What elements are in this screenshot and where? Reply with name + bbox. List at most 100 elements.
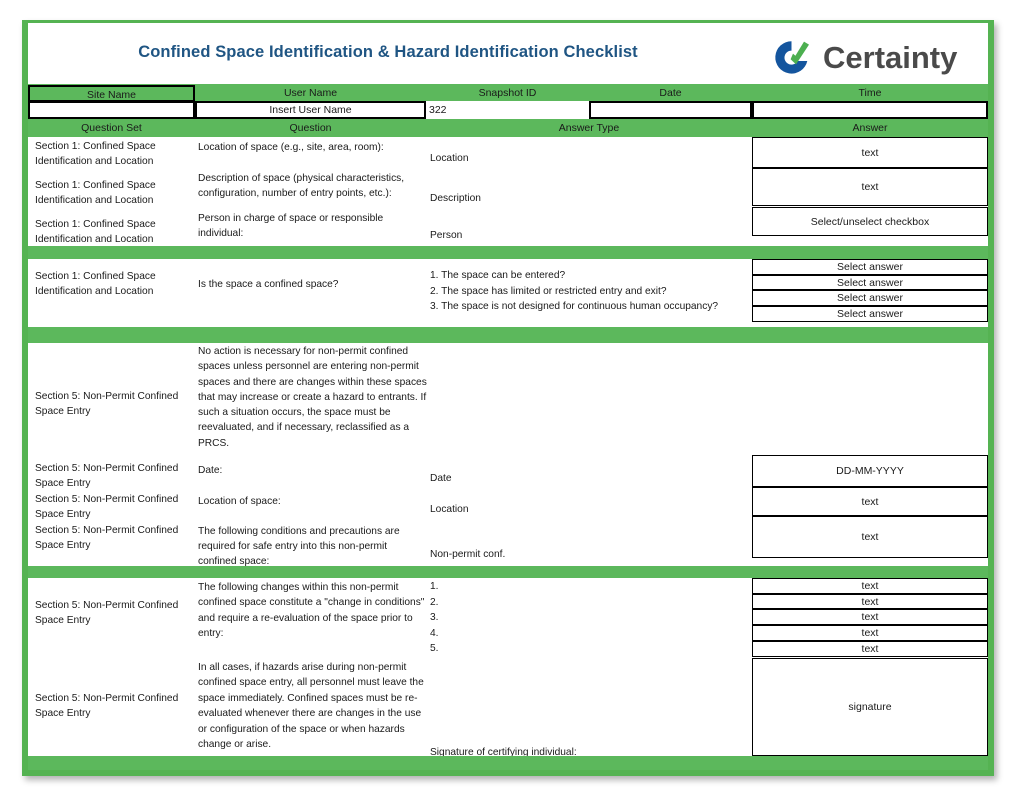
signature-answer[interactable]: signature	[752, 658, 988, 756]
changes-question: The following changes within this non-pe…	[198, 582, 425, 640]
table-row-qset: Section 1: Confined Space Identification…	[35, 219, 156, 245]
table-row-question: Person in charge of space or responsible…	[198, 213, 384, 239]
changes-item-5: 5.	[430, 643, 439, 654]
meta-col-user-name-label: User Name	[283, 87, 338, 99]
changes-answer-4[interactable]: text	[752, 625, 988, 641]
table-row-question: Location of space (e.g., site, area, roo…	[198, 142, 384, 153]
non-permit-row-question: Date:	[198, 465, 223, 476]
col-answer: Answer	[752, 120, 988, 137]
title-bar: Confined Space Identification & Hazard I…	[28, 23, 988, 84]
meta-col-time: Time	[752, 85, 988, 102]
meta-col-snapshot-id: Snapshot ID	[426, 85, 589, 102]
date-input[interactable]	[589, 101, 752, 119]
snapshot-id-value: 322	[429, 104, 447, 116]
meta-col-user-name: User Name	[195, 85, 426, 102]
answer-value: Select answer	[837, 308, 903, 320]
confined-space-question: Is the space a confined space?	[198, 279, 339, 290]
non-permit-row-answer-location[interactable]: text	[752, 487, 988, 516]
col-question-set: Question Set	[28, 120, 195, 137]
non-permit-row-qset: Section 5: Non-Permit Confined Space Ent…	[35, 494, 179, 520]
answer-value: text	[861, 580, 879, 592]
user-name-input[interactable]: Insert User Name	[195, 101, 426, 119]
col-answer-type: Answer Type	[426, 120, 752, 137]
meta-col-date-label: Date	[659, 87, 682, 99]
separator-band	[28, 327, 988, 343]
table-row-answer-type: Person	[430, 230, 463, 241]
sheet-content: Confined Space Identification & Hazard I…	[28, 23, 988, 770]
changes-item-2: 2.	[430, 597, 439, 608]
non-permit-row-answer-type: Date	[430, 473, 452, 484]
changes-item-3: 3.	[430, 612, 439, 623]
signature-question: In all cases, if hazards arise during no…	[198, 662, 424, 751]
site-name-input[interactable]	[28, 101, 195, 119]
certainty-logo: Certainty	[763, 35, 978, 79]
non-permit-row-question: Location of space:	[198, 496, 281, 507]
table-row-answer[interactable]: text	[752, 168, 988, 206]
table-row-question: Description of space (physical character…	[198, 173, 405, 199]
non-permit-row-qset: Section 5: Non-Permit Confined Space Ent…	[35, 463, 179, 489]
table-row-answer-type: Description	[430, 193, 481, 204]
confined-space-answer-2[interactable]: Select answer	[752, 275, 988, 290]
page-title: Confined Space Identification & Hazard I…	[138, 43, 638, 61]
separator-band	[28, 566, 988, 578]
answer-value: text	[861, 181, 879, 193]
sheet-green-frame: Confined Space Identification & Hazard I…	[22, 20, 994, 776]
meta-col-site-name: Site Name	[28, 85, 195, 102]
non-permit-row-answer-type: Location	[430, 504, 469, 515]
changes-qset: Section 5: Non-Permit Confined Space Ent…	[35, 600, 179, 626]
answer-value: text	[861, 627, 879, 639]
logo-wordmark: Certainty	[823, 40, 958, 75]
answer-value: text	[861, 146, 879, 159]
table-row-qset: Section 1: Confined Space Identification…	[35, 141, 156, 167]
col-answer-label: Answer	[852, 122, 888, 134]
confined-space-answer-1[interactable]: Select answer	[752, 259, 988, 275]
signature-qset: Section 5: Non-Permit Confined Space Ent…	[35, 693, 179, 719]
answer-value: Select/unselect checkbox	[810, 215, 930, 228]
answer-value: Select answer	[837, 276, 903, 289]
col-question: Question	[195, 120, 426, 137]
confined-space-answer-4[interactable]: Select answer	[752, 306, 988, 322]
bottom-band	[28, 756, 988, 770]
answer-value: text	[861, 611, 879, 623]
non-permit-row-qset: Section 5: Non-Permit Confined Space Ent…	[35, 525, 179, 551]
non-permit-narrative-text: No action is necessary for non-permit co…	[198, 346, 427, 449]
separator-band	[28, 246, 988, 259]
confined-space-at-1: 1. The space can be entered?	[430, 270, 566, 281]
table-row-answer[interactable]: text	[752, 137, 988, 168]
changes-item-4: 4.	[430, 628, 439, 639]
confined-space-at-2: 2. The space has limited or restricted e…	[430, 286, 667, 297]
confined-space-answer-3[interactable]: Select answer	[752, 290, 988, 306]
meta-col-site-name-label: Site Name	[86, 89, 137, 101]
answer-value: text	[861, 643, 879, 655]
confined-space-at-3: 3. The space is not designed for continu…	[430, 301, 719, 312]
answer-value: DD-MM-YYYY	[836, 465, 904, 477]
col-question-label: Question	[289, 122, 332, 134]
non-permit-narrative-qset: Section 5: Non-Permit Confined Space Ent…	[35, 391, 179, 417]
answer-value: signature	[848, 701, 892, 713]
answer-value: Select answer	[837, 261, 903, 273]
logo-c-mark	[775, 41, 809, 74]
confined-space-qset: Section 1: Confined Space Identification…	[35, 271, 156, 297]
changes-answer-2[interactable]: text	[752, 594, 988, 609]
meta-col-date: Date	[589, 85, 752, 102]
col-answer-type-label: Answer Type	[558, 122, 620, 134]
changes-item-1: 1.	[430, 581, 439, 592]
non-permit-row-answer-type: Non-permit conf.	[430, 549, 506, 560]
changes-answer-3[interactable]: text	[752, 609, 988, 625]
table-row-answer-checkbox[interactable]: Select/unselect checkbox	[752, 207, 988, 236]
page-root: Confined Space Identification & Hazard I…	[0, 0, 1024, 800]
time-input[interactable]	[752, 101, 988, 119]
meta-col-snapshot-id-label: Snapshot ID	[478, 87, 537, 99]
non-permit-row-question: The following conditions and precautions…	[198, 526, 400, 567]
meta-col-time-label: Time	[858, 87, 882, 99]
table-row-answer-type: Location	[430, 153, 469, 164]
non-permit-row-answer-conf[interactable]: text	[752, 516, 988, 558]
changes-answer-1[interactable]: text	[752, 578, 988, 594]
answer-value: Select answer	[837, 292, 903, 304]
col-question-set-label: Question Set	[81, 122, 142, 134]
non-permit-row-answer-date[interactable]: DD-MM-YYYY	[752, 455, 988, 487]
answer-value: text	[861, 595, 879, 608]
answer-value: text	[861, 531, 879, 543]
user-name-value: Insert User Name	[269, 104, 352, 116]
changes-answer-5[interactable]: text	[752, 641, 988, 657]
